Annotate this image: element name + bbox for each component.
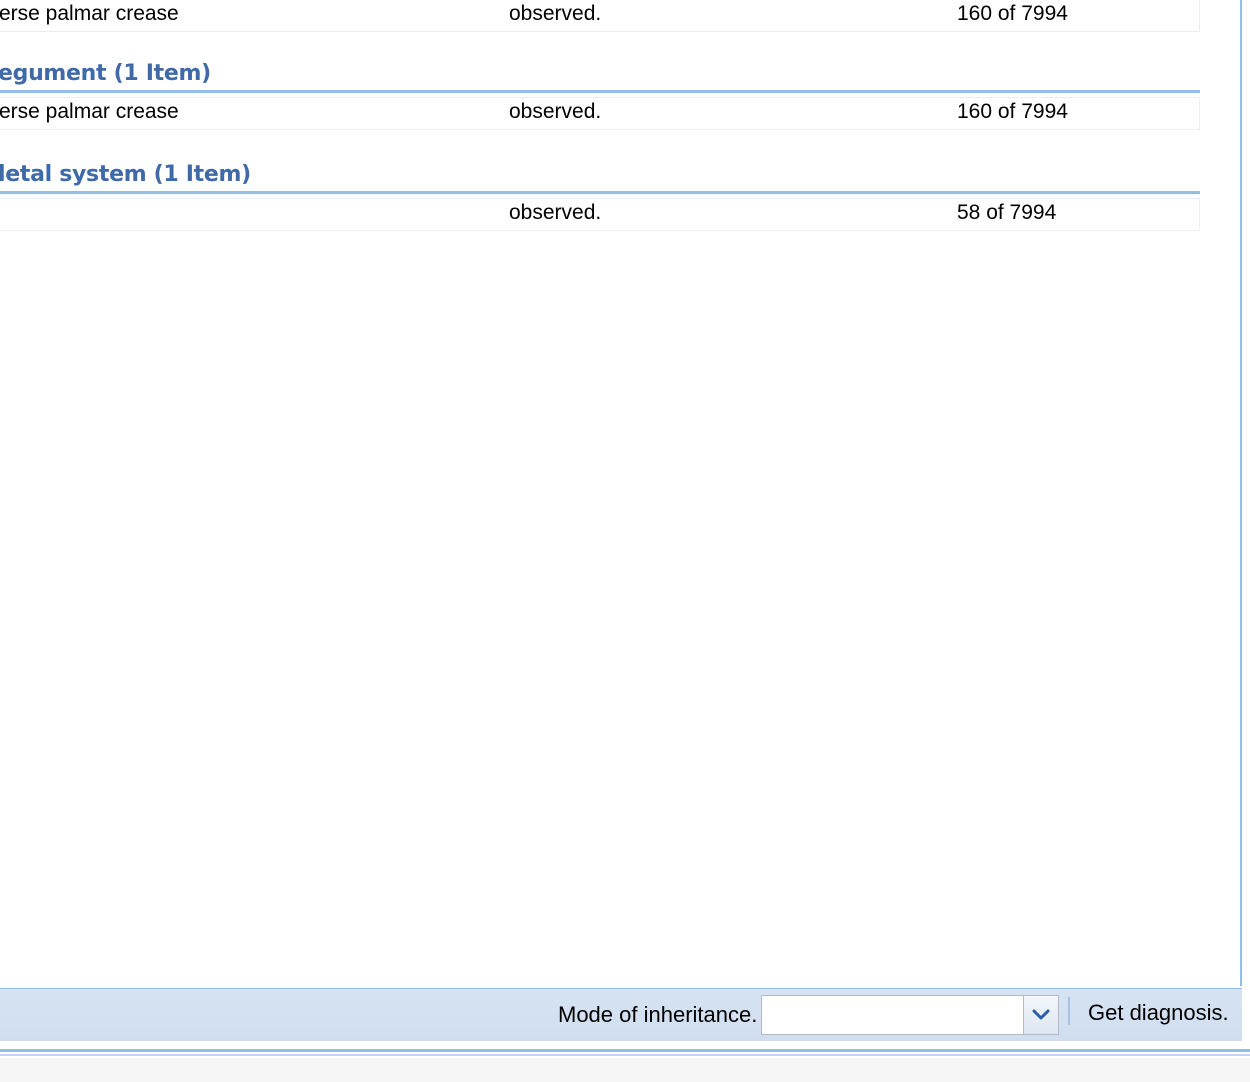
group-header-integument[interactable]: egument (1 Item) <box>0 53 1200 93</box>
group-title: letal system (1 Item) <box>0 162 251 187</box>
table-row[interactable]: observed. 58 of 7994 <box>0 198 1200 231</box>
group-title: egument (1 Item) <box>0 61 211 86</box>
get-diagnosis-button[interactable]: Get diagnosis. <box>1080 993 1237 1033</box>
feature-status: observed. <box>509 201 602 224</box>
feature-frequency: 160 of 7994 <box>957 100 1068 123</box>
toolbar-separator <box>1068 997 1070 1025</box>
results-grid: erse palmar crease observed. 160 of 7994… <box>0 0 1242 986</box>
divider <box>0 1054 1250 1056</box>
feature-name: erse palmar crease <box>0 2 179 25</box>
mode-of-inheritance-input[interactable] <box>762 996 1024 1034</box>
feature-status: observed. <box>509 100 602 123</box>
footer-area <box>0 1058 1250 1082</box>
feature-frequency: 160 of 7994 <box>957 2 1068 25</box>
feature-frequency: 58 of 7994 <box>957 201 1057 224</box>
mode-of-inheritance-combo[interactable] <box>761 995 1059 1035</box>
combo-trigger-button[interactable] <box>1023 996 1058 1034</box>
divider <box>0 1049 1250 1052</box>
feature-name <box>0 199 479 230</box>
mode-of-inheritance-label: Mode of inheritance. <box>558 1002 758 1027</box>
table-row[interactable]: erse palmar crease observed. 160 of 7994 <box>0 0 1200 32</box>
chevron-down-icon <box>1032 1009 1050 1020</box>
bottom-toolbar: Mode of inheritance. Get diagnosis. <box>0 988 1242 1041</box>
table-row[interactable]: erse palmar crease observed. 160 of 7994 <box>0 97 1200 130</box>
group-header-skeletal-system[interactable]: letal system (1 Item) <box>0 154 1200 194</box>
feature-status: observed. <box>509 2 602 25</box>
feature-name: erse palmar crease <box>0 100 179 123</box>
